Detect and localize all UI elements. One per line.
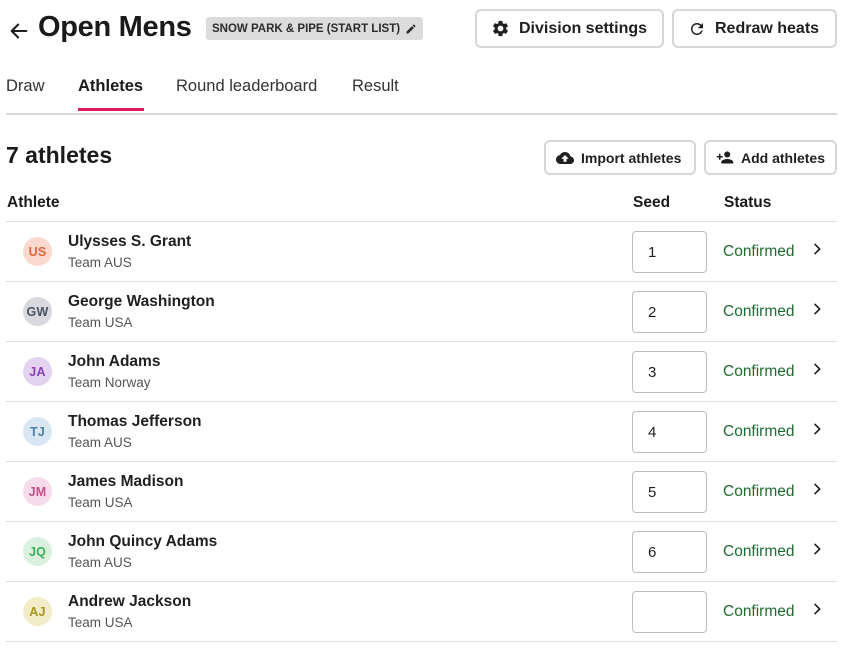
chevron-right-icon[interactable]	[808, 360, 826, 378]
chevron-right-icon[interactable]	[808, 540, 826, 558]
seed-input[interactable]	[632, 291, 707, 333]
tab-athletes[interactable]: Athletes	[78, 77, 143, 96]
import-athletes-button[interactable]: Import athletes	[544, 140, 696, 175]
athlete-list: US Ulysses S. Grant Team AUS Confirmed G…	[6, 222, 837, 642]
athlete-name: George Washington	[68, 293, 215, 310]
athlete-team: Team Norway	[68, 375, 151, 390]
seed-input[interactable]	[632, 471, 707, 513]
athlete-team: Team USA	[68, 615, 133, 630]
avatar: TJ	[23, 417, 52, 446]
page-header: Open Mens SNOW PARK & PIPE (START LIST) …	[0, 0, 844, 60]
avatar: GW	[23, 297, 52, 326]
add-athletes-button[interactable]: Add athletes	[704, 140, 837, 175]
chevron-right-icon[interactable]	[808, 300, 826, 318]
chevron-right-icon[interactable]	[808, 600, 826, 618]
avatar: JM	[23, 477, 52, 506]
athlete-name: James Madison	[68, 473, 184, 490]
event-chip-label: SNOW PARK & PIPE (START LIST)	[212, 22, 401, 35]
athlete-name: John Quincy Adams	[68, 533, 218, 550]
athlete-name: John Adams	[68, 353, 161, 370]
athlete-name: Thomas Jefferson	[68, 413, 202, 430]
gear-icon	[493, 20, 508, 37]
avatar: US	[23, 237, 52, 266]
import-athletes-label: Import athletes	[581, 149, 682, 166]
redraw-heats-button[interactable]: Redraw heats	[672, 9, 837, 48]
division-settings-label: Division settings	[519, 19, 648, 37]
division-settings-button[interactable]: Division settings	[475, 9, 664, 48]
add-athletes-label: Add athletes	[740, 149, 825, 166]
table-header: Athlete Seed Status	[6, 186, 837, 222]
chevron-right-icon[interactable]	[808, 480, 826, 498]
column-header-athlete[interactable]: Athlete	[7, 194, 60, 212]
status-text: Confirmed	[723, 423, 795, 440]
athlete-team: Team USA	[68, 315, 133, 330]
athlete-team: Team AUS	[68, 255, 132, 270]
seed-input[interactable]	[632, 531, 707, 573]
table-row[interactable]: GW George Washington Team USA Confirmed	[6, 282, 837, 342]
tab-bar: Draw Athletes Round leaderboard Result	[6, 62, 837, 115]
chevron-right-icon[interactable]	[808, 240, 826, 258]
status-text: Confirmed	[723, 483, 795, 500]
status-text: Confirmed	[723, 303, 795, 320]
event-chip[interactable]: SNOW PARK & PIPE (START LIST)	[206, 17, 424, 40]
table-row[interactable]: US Ulysses S. Grant Team AUS Confirmed	[6, 222, 837, 282]
column-header-seed[interactable]: Seed	[633, 194, 670, 212]
pencil-icon	[406, 23, 416, 33]
athlete-count: 7 athletes	[6, 142, 113, 168]
table-row[interactable]: JM James Madison Team USA Confirmed	[6, 462, 837, 522]
page-title: Open Mens	[38, 11, 192, 43]
active-tab-indicator	[78, 108, 144, 111]
avatar: JQ	[23, 537, 52, 566]
avatar: JA	[23, 357, 52, 386]
column-header-status[interactable]: Status	[724, 194, 771, 212]
person-add-icon	[716, 151, 734, 164]
refresh-icon	[690, 22, 703, 35]
seed-input[interactable]	[632, 231, 707, 273]
status-text: Confirmed	[723, 363, 795, 380]
seed-input[interactable]	[632, 591, 707, 633]
athlete-team: Team AUS	[68, 555, 132, 570]
athlete-team: Team USA	[68, 495, 133, 510]
avatar: AJ	[23, 597, 52, 626]
athlete-team: Team AUS	[68, 435, 132, 450]
back-button[interactable]	[6, 18, 32, 44]
chevron-right-icon[interactable]	[808, 420, 826, 438]
table-row[interactable]: AJ Andrew Jackson Team USA Confirmed	[6, 582, 837, 642]
table-row[interactable]: JA John Adams Team Norway Confirmed	[6, 342, 837, 402]
seed-input[interactable]	[632, 351, 707, 393]
tab-result[interactable]: Result	[352, 77, 399, 96]
athlete-name: Ulysses S. Grant	[68, 233, 192, 250]
arrow-left-icon	[10, 23, 28, 39]
status-text: Confirmed	[723, 543, 795, 560]
seed-input[interactable]	[632, 411, 707, 453]
table-row[interactable]: TJ Thomas Jefferson Team AUS Confirmed	[6, 402, 837, 462]
cloud-upload-icon	[556, 151, 574, 164]
athlete-name: Andrew Jackson	[68, 593, 192, 610]
tab-draw[interactable]: Draw	[6, 77, 45, 96]
redraw-heats-label: Redraw heats	[715, 19, 820, 37]
status-text: Confirmed	[723, 243, 795, 260]
table-row[interactable]: JQ John Quincy Adams Team AUS Confirmed	[6, 522, 837, 582]
tab-round-leaderboard[interactable]: Round leaderboard	[176, 77, 317, 96]
status-text: Confirmed	[723, 603, 795, 620]
